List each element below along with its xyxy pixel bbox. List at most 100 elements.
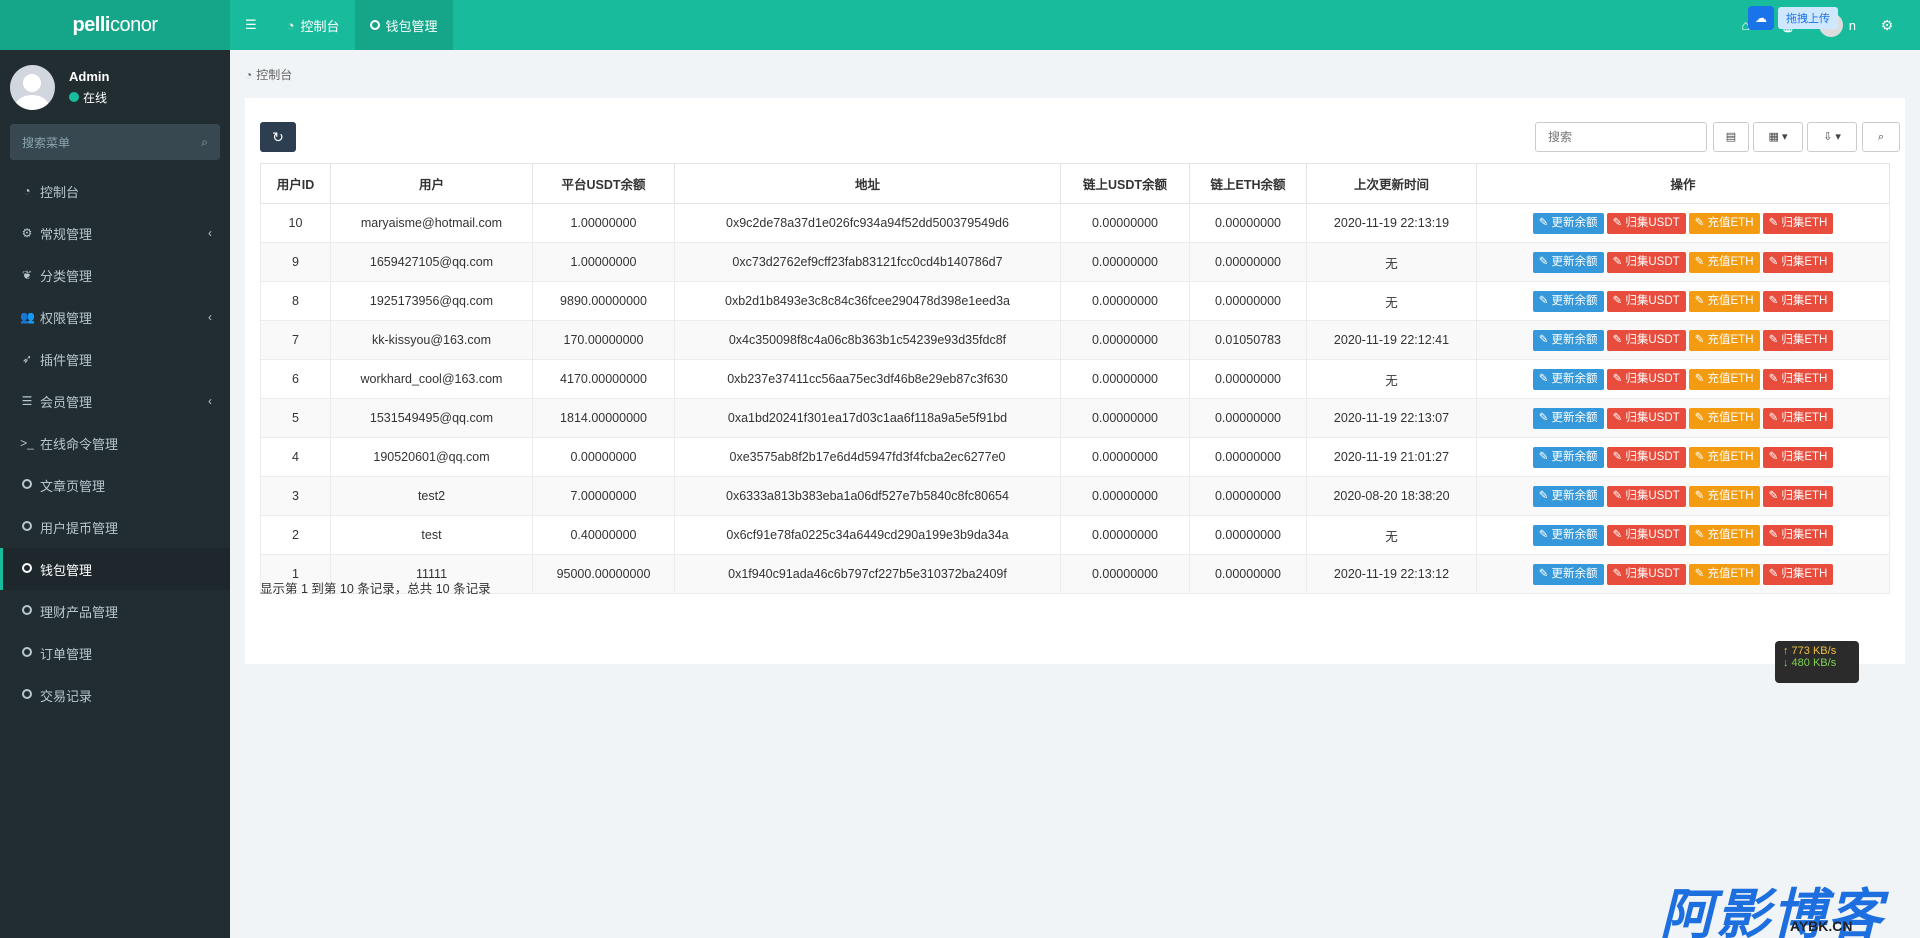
recharge-eth-button[interactable]: ✎ 充值ETH	[1688, 251, 1760, 273]
collect-eth-button[interactable]: ✎ 归集ETH	[1762, 212, 1834, 234]
columns-button[interactable]: ▦ ▾	[1753, 122, 1803, 152]
collect-usdt-button[interactable]: ✎ 归集USDT	[1606, 485, 1686, 507]
col-header[interactable]: 平台USDT余额	[532, 163, 675, 204]
collect-eth-button[interactable]: ✎ 归集ETH	[1762, 446, 1834, 468]
collect-eth-button[interactable]: ✎ 归集ETH	[1762, 368, 1834, 390]
cogs-icon[interactable]: ⚙	[1866, 17, 1908, 34]
actions-cell: ✎ 更新余额 ✎ 归集USDT ✎ 充值ETH ✎ 归集ETH	[1476, 476, 1890, 516]
update-balance-button[interactable]: ✎ 更新余额	[1532, 290, 1604, 312]
table-cell: maryaisme@hotmail.com	[330, 203, 533, 243]
sidebar-item-article[interactable]: 文章页管理	[0, 464, 230, 506]
recharge-eth-button[interactable]: ✎ 充值ETH	[1688, 407, 1760, 429]
sidebar-item-wallet[interactable]: 钱包管理	[0, 548, 230, 590]
table-cell: 无	[1306, 359, 1477, 399]
col-header[interactable]: 上次更新时间	[1306, 163, 1477, 204]
magic-icon: ✎	[1538, 255, 1552, 268]
collect-eth-button[interactable]: ✎ 归集ETH	[1762, 524, 1834, 546]
table-cell: 0.00000000	[1060, 398, 1190, 438]
network-speed-widget: ↑ 773 KB/s ↓ 480 KB/s	[1775, 641, 1859, 683]
update-balance-button[interactable]: ✎ 更新余额	[1532, 329, 1604, 351]
col-header[interactable]: 链上ETH余额	[1189, 163, 1307, 204]
recharge-eth-button[interactable]: ✎ 充值ETH	[1688, 563, 1760, 585]
col-header[interactable]: 用户ID	[260, 163, 331, 204]
tab-wallet[interactable]: 钱包管理	[354, 0, 453, 50]
collect-usdt-button[interactable]: ✎ 归集USDT	[1606, 212, 1686, 234]
col-header[interactable]: 链上USDT余额	[1060, 163, 1190, 204]
magic-icon: ✎	[1538, 528, 1552, 541]
collect-eth-button[interactable]: ✎ 归集ETH	[1762, 485, 1834, 507]
top-navbar: pelliconor ☰ ◔控制台 钱包管理 ⌂ 🗑 n ⚙	[0, 0, 1920, 50]
sidebar-item-trade[interactable]: 交易记录	[0, 674, 230, 716]
sidebar-item-dashboard[interactable]: ◔ 控制台	[0, 170, 230, 212]
recharge-eth-button[interactable]: ✎ 充值ETH	[1688, 524, 1760, 546]
collect-usdt-button[interactable]: ✎ 归集USDT	[1606, 446, 1686, 468]
cogs-icon: ⚙	[21, 226, 33, 240]
user-status: 在线	[69, 89, 109, 106]
collect-eth-button[interactable]: ✎ 归集ETH	[1762, 563, 1834, 585]
collect-usdt-button[interactable]: ✎ 归集USDT	[1606, 407, 1686, 429]
update-balance-button[interactable]: ✎ 更新余额	[1532, 563, 1604, 585]
sidebar-item-order[interactable]: 订单管理	[0, 632, 230, 674]
app-logo[interactable]: pelliconor	[0, 0, 230, 50]
circle-icon	[22, 563, 32, 573]
update-balance-button[interactable]: ✎ 更新余额	[1532, 212, 1604, 234]
table-cell: 0xc73d2762ef9cff23fab83121fcc0cd4b140786…	[674, 242, 1061, 282]
sidebar-item-addon[interactable]: ➶ 插件管理	[0, 338, 230, 380]
collect-usdt-button[interactable]: ✎ 归集USDT	[1606, 524, 1686, 546]
refresh-button[interactable]: ↻	[260, 122, 296, 152]
cloud-icon: ☁	[1748, 6, 1774, 30]
update-balance-button[interactable]: ✎ 更新余额	[1532, 485, 1604, 507]
update-balance-button[interactable]: ✎ 更新余额	[1532, 446, 1604, 468]
tab-dashboard[interactable]: ◔ 控制台	[272, 0, 355, 50]
recharge-eth-button[interactable]: ✎ 充值ETH	[1688, 290, 1760, 312]
col-header[interactable]: 地址	[674, 163, 1061, 204]
collect-eth-button[interactable]: ✎ 归集ETH	[1762, 251, 1834, 273]
recharge-eth-button[interactable]: ✎ 充值ETH	[1688, 212, 1760, 234]
table-cell: 0.00000000	[1060, 554, 1190, 594]
wallet-table: 用户ID 用户 平台USDT余额 地址 链上USDT余额 链上ETH余额 上次更…	[260, 163, 1890, 594]
advanced-search-button[interactable]: ⌕	[1862, 122, 1900, 152]
magic-icon: ✎	[1694, 528, 1708, 541]
sidebar-item-category[interactable]: ❦ 分类管理	[0, 254, 230, 296]
update-balance-button[interactable]: ✎ 更新余额	[1532, 407, 1604, 429]
sidebar-item-command[interactable]: >_ 在线命令管理	[0, 422, 230, 464]
sidebar-item-finance[interactable]: 理财产品管理	[0, 590, 230, 632]
export-button[interactable]: ⇩ ▾	[1807, 122, 1857, 152]
collect-eth-button[interactable]: ✎ 归集ETH	[1762, 407, 1834, 429]
dashboard-icon: ◔	[245, 67, 253, 82]
collect-usdt-button[interactable]: ✎ 归集USDT	[1606, 368, 1686, 390]
sidebar-item-withdraw[interactable]: 用户提币管理	[0, 506, 230, 548]
table-search-input[interactable]	[1535, 122, 1707, 152]
recharge-eth-button[interactable]: ✎ 充值ETH	[1688, 368, 1760, 390]
table-cell: 0.01050783	[1189, 320, 1307, 360]
table-cell: 0.00000000	[1060, 476, 1190, 516]
table-cell: 0.00000000	[1189, 437, 1307, 477]
table-cell: 2020-11-19 22:13:07	[1306, 398, 1477, 438]
sidebar-item-general[interactable]: ⚙ 常规管理 ‹	[0, 212, 230, 254]
sidebar-item-member[interactable]: ☰ 会员管理 ‹	[0, 380, 230, 422]
collect-eth-button[interactable]: ✎ 归集ETH	[1762, 290, 1834, 312]
magic-icon: ✎	[1538, 294, 1552, 307]
sidebar-toggle-button[interactable]: ☰	[230, 0, 272, 50]
sidebar-item-auth[interactable]: 👥 权限管理 ‹	[0, 296, 230, 338]
col-header[interactable]: 用户	[330, 163, 533, 204]
collect-usdt-button[interactable]: ✎ 归集USDT	[1606, 251, 1686, 273]
collect-usdt-button[interactable]: ✎ 归集USDT	[1606, 290, 1686, 312]
update-balance-button[interactable]: ✎ 更新余额	[1532, 251, 1604, 273]
magic-icon: ✎	[1694, 372, 1708, 385]
menu-search-input[interactable]: 搜索菜单 ⌕	[10, 124, 220, 160]
recharge-eth-button[interactable]: ✎ 充值ETH	[1688, 446, 1760, 468]
collect-eth-button[interactable]: ✎ 归集ETH	[1762, 329, 1834, 351]
collect-usdt-button[interactable]: ✎ 归集USDT	[1606, 329, 1686, 351]
drag-upload-widget[interactable]: ☁ 拖拽上传	[1748, 6, 1838, 30]
recharge-eth-button[interactable]: ✎ 充值ETH	[1688, 485, 1760, 507]
update-balance-button[interactable]: ✎ 更新余额	[1532, 524, 1604, 546]
table-cell: 170.00000000	[532, 320, 675, 360]
update-balance-button[interactable]: ✎ 更新余额	[1532, 368, 1604, 390]
toggle-view-button[interactable]: ▤	[1713, 122, 1749, 152]
recharge-eth-button[interactable]: ✎ 充值ETH	[1688, 329, 1760, 351]
table-row: 10 maryaisme@hotmail.com 1.00000000 0x9c2de…	[260, 203, 1890, 243]
magic-icon: ✎	[1768, 294, 1782, 307]
chevron-left-icon: ‹	[208, 226, 212, 240]
collect-usdt-button[interactable]: ✎ 归集USDT	[1606, 563, 1686, 585]
